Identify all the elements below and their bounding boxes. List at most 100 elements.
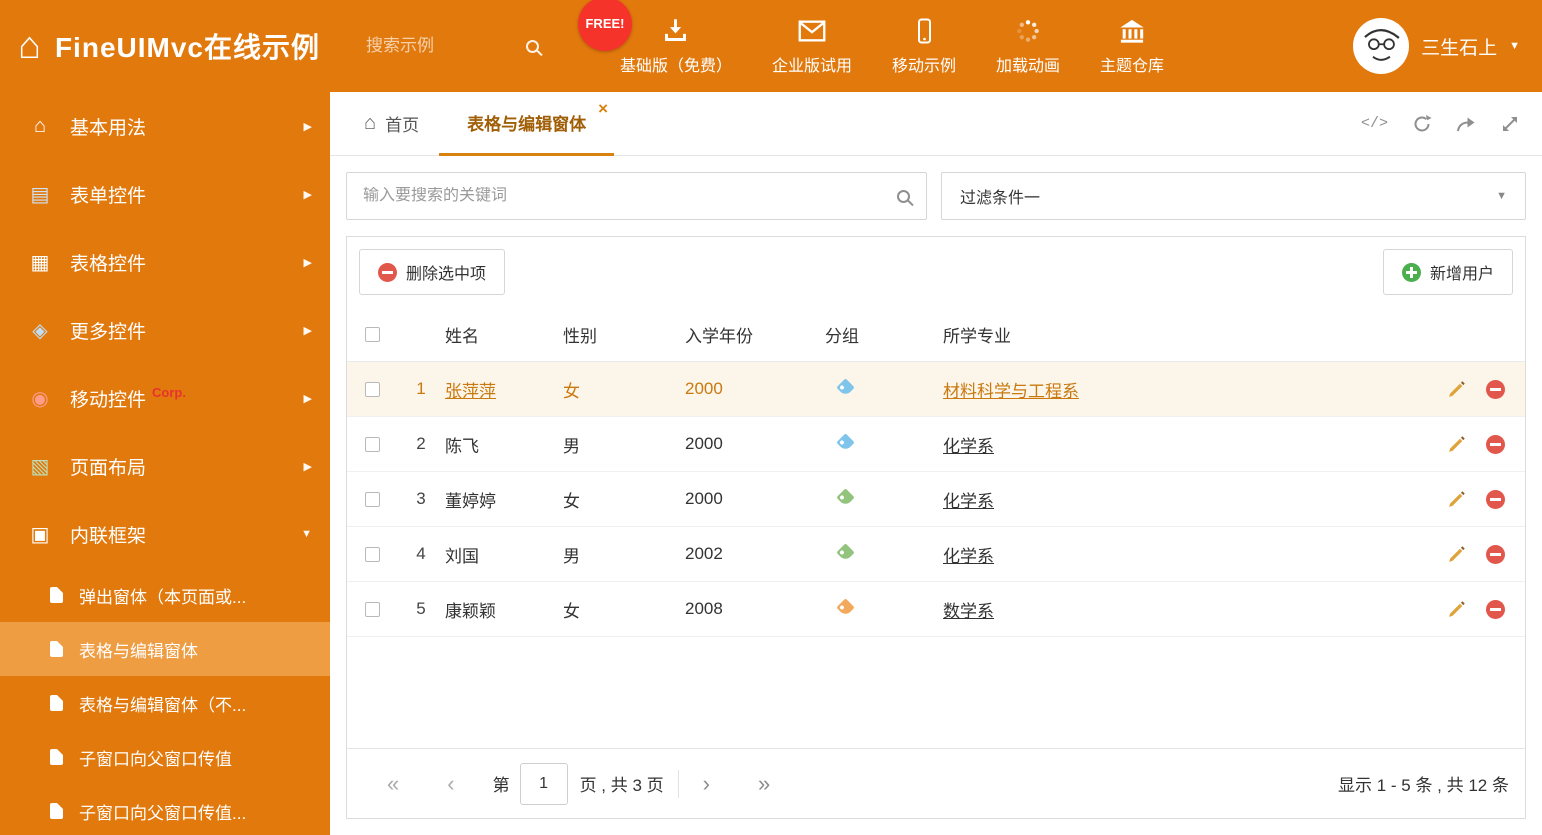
chevron-right-icon: ▶ bbox=[303, 188, 312, 201]
pagination-summary: 显示 1 - 5 条 , 共 12 条 bbox=[1338, 776, 1509, 795]
chevron-right-icon: ▶ bbox=[303, 460, 312, 473]
row-checkbox[interactable] bbox=[364, 436, 380, 452]
user-menu[interactable]: 三生石上 ▼ bbox=[1353, 18, 1520, 74]
major-link[interactable]: 材料科学与工程系 bbox=[943, 377, 1415, 402]
delete-icon[interactable] bbox=[1486, 434, 1505, 454]
row-checkbox[interactable] bbox=[364, 491, 380, 507]
table-row[interactable]: 4 刘国 男 2002 化学系 bbox=[347, 527, 1525, 582]
tab-grid-edit-window[interactable]: 表格与编辑窗体 × bbox=[439, 92, 615, 156]
major-link[interactable]: 化学系 bbox=[943, 432, 1415, 457]
download-icon bbox=[662, 17, 689, 45]
search-icon[interactable] bbox=[897, 189, 910, 203]
home-icon: ⌂ bbox=[364, 112, 377, 134]
file-icon bbox=[50, 586, 64, 603]
select-all-checkbox[interactable] bbox=[364, 326, 380, 342]
first-page-icon[interactable]: « bbox=[363, 772, 423, 795]
sidebar-item-basic-usage[interactable]: ⌂ 基本用法 ▶ bbox=[0, 92, 330, 160]
row-checkbox[interactable] bbox=[364, 546, 380, 562]
code-icon[interactable]: </> bbox=[1361, 115, 1388, 132]
nav-basic-free[interactable]: FREE! 基础版（免费） bbox=[577, 0, 732, 76]
tag-icon bbox=[836, 488, 855, 507]
edit-icon[interactable] bbox=[1447, 545, 1466, 564]
row-actions bbox=[1415, 379, 1525, 399]
nav-mobile-demo[interactable]: 移动示例 bbox=[892, 17, 956, 76]
minus-icon bbox=[378, 262, 397, 282]
sidebar-item-grid-controls[interactable]: ▦ 表格控件 ▶ bbox=[0, 228, 330, 296]
user-name: 三生石上 bbox=[1421, 37, 1498, 59]
frame-icon: ▣ bbox=[30, 523, 50, 546]
header-search[interactable] bbox=[365, 36, 586, 56]
sidebar-item-label: 页面布局 bbox=[70, 457, 147, 479]
tab-active-label: 表格与编辑窗体 bbox=[467, 114, 587, 134]
sidebar-item-page-layout[interactable]: ▧ 页面布局 ▶ bbox=[0, 432, 330, 500]
sidebar-item-more-controls[interactable]: ◈ 更多控件 ▶ bbox=[0, 296, 330, 364]
sidebar-submenu: 弹出窗体（本页面或... 表格与编辑窗体 表格与编辑窗体（不... 子窗口向父窗… bbox=[0, 568, 330, 835]
tab-home[interactable]: ⌂ 首页 bbox=[344, 92, 439, 156]
row-checkbox[interactable] bbox=[364, 381, 380, 397]
keyword-search-input[interactable] bbox=[363, 187, 897, 205]
close-icon[interactable]: × bbox=[598, 99, 608, 119]
keyword-search[interactable] bbox=[346, 172, 927, 220]
sidebar-subitem[interactable]: 子窗口向父窗口传值 bbox=[0, 730, 330, 784]
prev-page-icon[interactable]: ‹ bbox=[423, 772, 478, 795]
edit-icon[interactable] bbox=[1447, 490, 1466, 509]
nav-label: 主题仓库 bbox=[1100, 57, 1165, 75]
sidebar-subitem[interactable]: 弹出窗体（本页面或... bbox=[0, 568, 330, 622]
app-header: ⌂ FineUIMvc在线示例 FREE! 基础版（免费） 企业版试用 移动示例 bbox=[0, 0, 1542, 92]
cell-year: 2000 bbox=[685, 379, 723, 398]
table-row[interactable]: 1 张萍萍 女 2000 材料科学与工程系 bbox=[347, 362, 1525, 417]
share-icon[interactable] bbox=[1456, 115, 1476, 133]
expand-icon[interactable] bbox=[1500, 114, 1520, 134]
sidebar-item-form-controls[interactable]: ▤ 表单控件 ▶ bbox=[0, 160, 330, 228]
cell-gender: 女 bbox=[563, 601, 580, 621]
column-gender: 性别 bbox=[563, 326, 597, 346]
row-index: 3 bbox=[416, 489, 426, 508]
search-icon[interactable] bbox=[525, 39, 539, 53]
last-page-icon[interactable]: » bbox=[734, 772, 794, 795]
table-row[interactable]: 5 康颖颖 女 2008 数学系 bbox=[347, 582, 1525, 637]
header-search-input[interactable] bbox=[365, 36, 526, 56]
app-home-icon[interactable]: ⌂ bbox=[18, 27, 41, 65]
nav-loading-animation[interactable]: 加载动画 bbox=[996, 17, 1060, 76]
delete-icon[interactable] bbox=[1486, 544, 1505, 564]
row-actions bbox=[1415, 489, 1525, 509]
major-link[interactable]: 化学系 bbox=[943, 487, 1415, 512]
sidebar-subitem[interactable]: 子窗口向父窗口传值... bbox=[0, 784, 330, 835]
edit-icon[interactable] bbox=[1447, 600, 1466, 619]
sidebar-item-iframe[interactable]: ▣ 内联框架 ▼ bbox=[0, 500, 330, 568]
table-row[interactable]: 2 陈飞 男 2000 化学系 bbox=[347, 417, 1525, 472]
nav-label: 移动示例 bbox=[892, 57, 957, 75]
filter-dropdown-value: 过滤条件一 bbox=[960, 190, 1041, 207]
table-icon: ▦ bbox=[30, 251, 50, 274]
sidebar-subitem[interactable]: 表格与编辑窗体（不... bbox=[0, 676, 330, 730]
major-link[interactable]: 化学系 bbox=[943, 542, 1415, 567]
delete-icon[interactable] bbox=[1486, 489, 1505, 509]
edit-icon[interactable] bbox=[1447, 435, 1466, 454]
nav-theme-repo[interactable]: 主题仓库 bbox=[1100, 17, 1164, 76]
chevron-right-icon: ▶ bbox=[303, 120, 312, 133]
column-year: 入学年份 bbox=[685, 326, 753, 346]
cell-name: 刘国 bbox=[445, 546, 479, 566]
row-actions bbox=[1415, 434, 1525, 454]
sidebar-subitem[interactable]: 表格与编辑窗体 bbox=[0, 622, 330, 676]
nav-label: 企业版试用 bbox=[772, 57, 853, 75]
edit-icon[interactable] bbox=[1447, 380, 1466, 399]
page-input[interactable] bbox=[519, 762, 568, 805]
delete-icon[interactable] bbox=[1486, 599, 1505, 619]
nav-enterprise-trial[interactable]: 企业版试用 bbox=[772, 17, 852, 76]
mail-icon bbox=[798, 17, 826, 45]
row-index: 5 bbox=[416, 599, 426, 618]
delete-selected-button[interactable]: 删除选中项 bbox=[359, 249, 506, 295]
sidebar-item-label: 移动控件 bbox=[70, 389, 147, 411]
sidebar-item-mobile-controls[interactable]: ◉ 移动控件 Corp. ▶ bbox=[0, 364, 330, 432]
filter-dropdown[interactable]: 过滤条件一 ▼ bbox=[941, 172, 1526, 220]
add-user-button[interactable]: 新增用户 bbox=[1382, 249, 1513, 295]
bank-icon bbox=[1118, 17, 1146, 45]
delete-icon[interactable] bbox=[1486, 379, 1505, 399]
major-link[interactable]: 数学系 bbox=[943, 597, 1415, 622]
sidebar-item-label: 表单控件 bbox=[70, 185, 147, 207]
table-row[interactable]: 3 董婷婷 女 2000 化学系 bbox=[347, 472, 1525, 527]
next-page-icon[interactable]: › bbox=[679, 772, 734, 795]
refresh-icon[interactable] bbox=[1412, 114, 1432, 134]
row-checkbox[interactable] bbox=[364, 601, 380, 617]
